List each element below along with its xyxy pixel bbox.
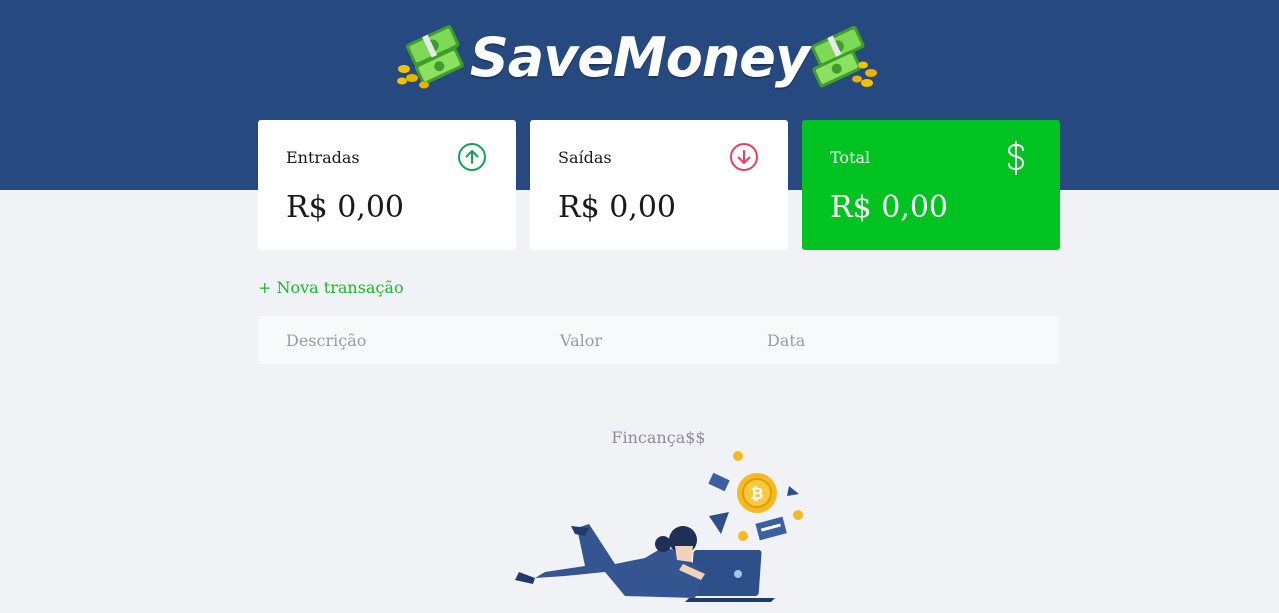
column-header-value: Valor [560,331,603,350]
income-card-value: R$ 0,00 [286,190,405,225]
dollar-icon [1007,141,1025,175]
total-card-value: R$ 0,00 [830,190,949,225]
arrow-down-circle-icon [730,143,758,171]
income-card-title: Entradas [286,148,360,167]
outcome-card: Saídas R$ 0,00 [530,120,788,250]
new-transaction-button[interactable]: + Nova transação [258,278,404,297]
app-title: SaveMoney [469,26,810,89]
column-header-description: Descrição [286,331,367,350]
transactions-table-header: Descrição Valor Data [258,316,1058,364]
total-card-title: Total [830,148,871,167]
column-header-date: Data [767,331,806,350]
money-stack-icon [396,25,464,89]
app-logo: SaveMoney [0,18,1279,98]
arrow-up-circle-icon [458,143,486,171]
money-stack-icon [811,25,878,88]
outcome-card-title: Saídas [558,148,612,167]
summary-cards: Entradas R$ 0,00 Saídas R$ 0,00 Total R$… [258,120,1060,250]
income-card: Entradas R$ 0,00 [258,120,516,250]
total-card: Total R$ 0,00 [802,120,1060,250]
finance-illustration: ₿ [515,451,803,602]
svg-text:₿: ₿ [750,484,763,503]
outcome-card-value: R$ 0,00 [558,190,677,225]
empty-state-title: Fincança$$ [611,428,706,447]
